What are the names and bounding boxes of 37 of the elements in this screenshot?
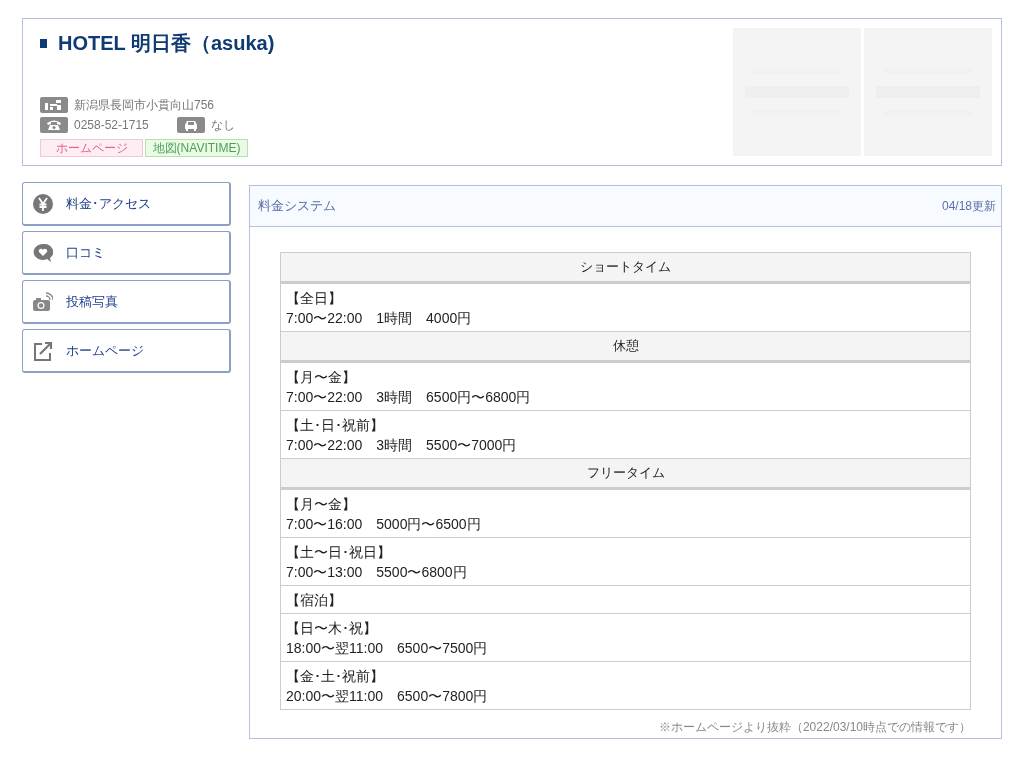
price-text: 7:00〜22:00 1時間 4000円 (286, 309, 473, 328)
external-link-icon (33, 340, 53, 361)
price-text: 20:00〜翌11:00 6500〜7800円 (286, 687, 489, 706)
price-text: 7:00〜13:00 5500〜6800円 (286, 563, 468, 582)
hotel-name: HOTEL 明日香（asuka) (58, 30, 275, 56)
yen-icon (33, 193, 53, 214)
price-text: 7:00〜22:00 3時間 5500〜7000円 (286, 436, 518, 455)
sidebar-menu-button[interactable]: 口コミ (22, 231, 231, 275)
price-text: 【日〜木･祝】 (286, 619, 378, 638)
price-text: 【全日】 (286, 289, 343, 308)
price-text: 7:00〜16:00 5000円〜6500円 (286, 515, 482, 534)
update-date: 04/18更新 (941, 197, 996, 215)
panel-title: 料金システム (258, 197, 336, 215)
price-text: 【月〜金】 (286, 368, 357, 387)
price-text: 【金･土･祝前】 (286, 667, 385, 686)
address-text: 新潟県長岡市小貫向山756 (74, 96, 215, 114)
price-text: 【宿泊】 (286, 591, 343, 610)
speech-bubble-icon (33, 242, 53, 263)
section-header: ショートタイム (281, 252, 970, 283)
price-text: 【土〜日･祝日】 (286, 543, 392, 562)
sidebar-menu-button[interactable]: 料金･アクセス (22, 182, 231, 226)
price-text: 【土･日･祝前】 (286, 416, 385, 435)
source-note: ※ホームページより抜粋（2022/03/10時点での情報です） (657, 720, 971, 734)
telephone-icon (40, 117, 68, 133)
sidebar-menu-button[interactable]: ホームページ (22, 329, 231, 373)
building-icon (40, 97, 68, 113)
parking-text: なし (210, 116, 235, 134)
price-text: 7:00〜22:00 3時間 6500円〜6800円 (286, 388, 532, 407)
section-header: 休憩 (281, 331, 970, 362)
camera-icon (33, 291, 53, 312)
section-header: フリータイム (281, 458, 970, 489)
price-text: 18:00〜翌11:00 6500〜7500円 (286, 639, 489, 658)
bullet-icon (40, 38, 47, 48)
phone-number: 0258-52-1715 (74, 118, 149, 132)
sidebar-menu-button[interactable]: 投稿写真 (22, 280, 231, 324)
price-text: 【月〜金】 (286, 495, 357, 514)
car-icon (176, 117, 205, 133)
